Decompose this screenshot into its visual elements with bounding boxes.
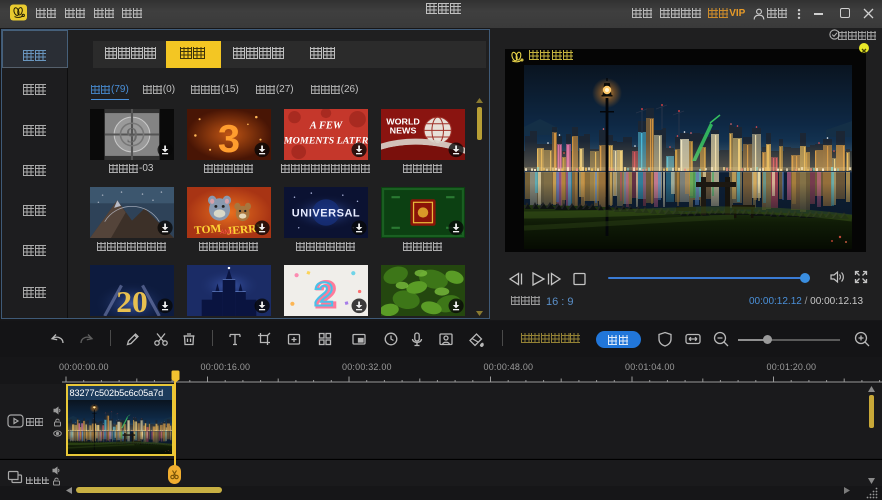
svg-text:9: 9 <box>126 123 138 148</box>
svg-text:UNIVERSAL: UNIVERSAL <box>292 208 360 220</box>
svg-text:AND: AND <box>220 229 234 236</box>
svg-text:2: 2 <box>314 276 333 313</box>
svg-text:NEWS: NEWS <box>390 126 417 136</box>
svg-text:20: 20 <box>116 284 147 316</box>
svg-text:A FEW: A FEW <box>309 120 343 131</box>
svg-text:TOM: TOM <box>194 223 223 237</box>
svg-text:3: 3 <box>218 117 240 160</box>
